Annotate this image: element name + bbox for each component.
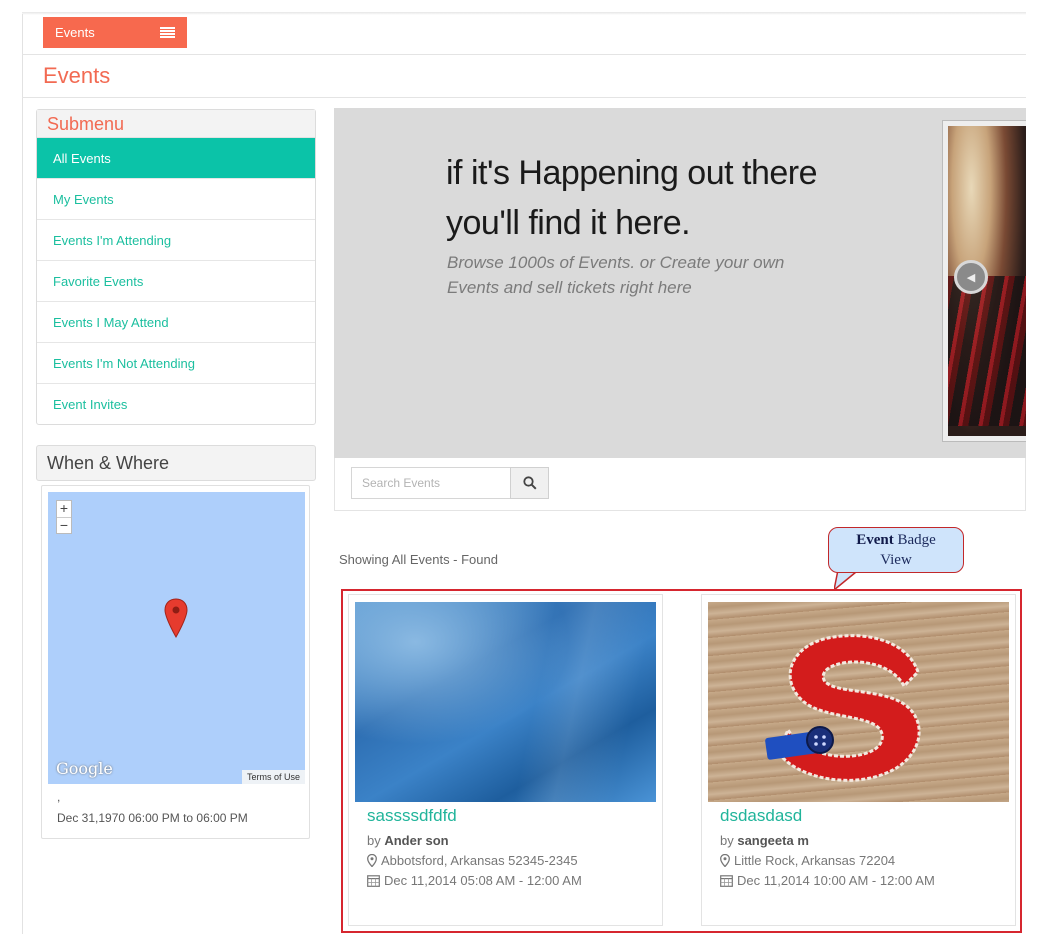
submenu-item-may-attend[interactable]: Events I May Attend: [37, 301, 315, 342]
event-date-range: Dec 31,1970 06:00 PM to 06:00 PM: [57, 811, 248, 825]
event-location-text: Abbotsford, Arkansas 52345-2345: [381, 853, 578, 868]
event-address: ,: [57, 790, 61, 804]
map-pin-icon[interactable]: [164, 598, 188, 638]
hero-subtitle: Events and sell tickets right here: [447, 278, 692, 297]
event-image[interactable]: [355, 602, 656, 802]
event-location: Little Rock, Arkansas 72204: [720, 853, 895, 868]
event-date-text: Dec 11,2014 05:08 AM - 12:00 AM: [384, 873, 582, 888]
submenu-item-all-events[interactable]: All Events: [37, 138, 315, 178]
submenu-item-attending[interactable]: Events I'm Attending: [37, 219, 315, 260]
page-title: Events: [43, 63, 111, 88]
event-author: by Ander son: [367, 833, 449, 848]
slide-prev-button[interactable]: ◀: [954, 260, 988, 294]
event-author: by sangeeta m: [720, 833, 809, 848]
event-date-text: Dec 11,2014 10:00 AM - 12:00 AM: [737, 873, 935, 888]
callout-text: Badge: [893, 532, 936, 548]
event-date: Dec 11,2014 05:08 AM - 12:00 AM: [367, 873, 582, 888]
event-author-name: Ander son: [384, 833, 449, 848]
search-bar: [334, 458, 1026, 511]
search-input[interactable]: [351, 467, 511, 499]
calendar-icon: [720, 875, 733, 887]
divider: [22, 97, 1026, 98]
map-marker-icon: [720, 854, 730, 867]
event-author-name: sangeeta m: [737, 833, 809, 848]
submenu-item-not-attending[interactable]: Events I'm Not Attending: [37, 342, 315, 383]
submenu-item-invites[interactable]: Event Invites: [37, 383, 315, 424]
event-location-text: Little Rock, Arkansas 72204: [734, 853, 896, 868]
hamburger-icon: [160, 27, 175, 38]
terms-of-use-link[interactable]: Terms of Use: [241, 770, 305, 784]
event-author-prefix: by: [367, 833, 385, 848]
event-card[interactable]: sassssdfdfd by Ander son Abbotsford, Ark…: [348, 594, 663, 926]
submenu-item-my-events[interactable]: My Events: [37, 178, 315, 219]
felt-letter-s-image: [765, 634, 921, 782]
map-marker-icon: [367, 854, 377, 867]
submenu-panel: Submenu All Events My Events Events I'm …: [36, 109, 316, 425]
event-card[interactable]: dsdasdasd by sangeeta m Little Rock, Ark…: [701, 594, 1016, 926]
search-icon: [522, 476, 537, 490]
map-zoom-control: + −: [56, 500, 72, 534]
hero-banner: if it's Happening out there you'll find …: [334, 108, 1026, 458]
left-border: [22, 14, 23, 934]
when-where-card: + − Google Terms of Use , Dec 31,1970 06…: [41, 485, 310, 839]
submenu-title: Submenu: [37, 110, 315, 138]
zoom-out-button[interactable]: −: [57, 517, 71, 533]
event-location: Abbotsford, Arkansas 52345-2345: [367, 853, 578, 868]
page: Events Events Submenu All Events My Even…: [0, 0, 1048, 952]
results-summary: Showing All Events - Found: [339, 552, 498, 567]
events-menu-label: Events: [55, 25, 95, 40]
event-date: Dec 11,2014 10:00 AM - 12:00 AM: [720, 873, 935, 888]
hero-headline: you'll find it here.: [446, 204, 691, 242]
search-button[interactable]: [510, 467, 549, 499]
chevron-left-icon: ◀: [966, 271, 976, 284]
submenu-item-favorite[interactable]: Favorite Events: [37, 260, 315, 301]
hero-headline: if it's Happening out there: [446, 154, 818, 192]
badge-view-callout: Event Badge View: [828, 527, 964, 573]
callout-text: View: [880, 552, 912, 568]
event-title[interactable]: sassssdfdfd: [367, 806, 457, 826]
event-author-prefix: by: [720, 833, 738, 848]
zoom-in-button[interactable]: +: [57, 501, 71, 517]
when-where-title: When & Where: [36, 445, 316, 481]
event-image[interactable]: [708, 602, 1009, 802]
map[interactable]: + − Google Terms of Use: [48, 492, 305, 784]
event-title[interactable]: dsdasdasd: [720, 806, 802, 826]
events-menu-button[interactable]: Events: [43, 17, 187, 48]
calendar-icon: [367, 875, 380, 887]
top-shadow: [22, 12, 1026, 15]
callout-bold: Event: [856, 532, 894, 548]
hero-subtitle: Browse 1000s of Events. or Create your o…: [447, 253, 785, 272]
divider: [22, 54, 1026, 55]
google-logo: Google: [56, 759, 113, 778]
